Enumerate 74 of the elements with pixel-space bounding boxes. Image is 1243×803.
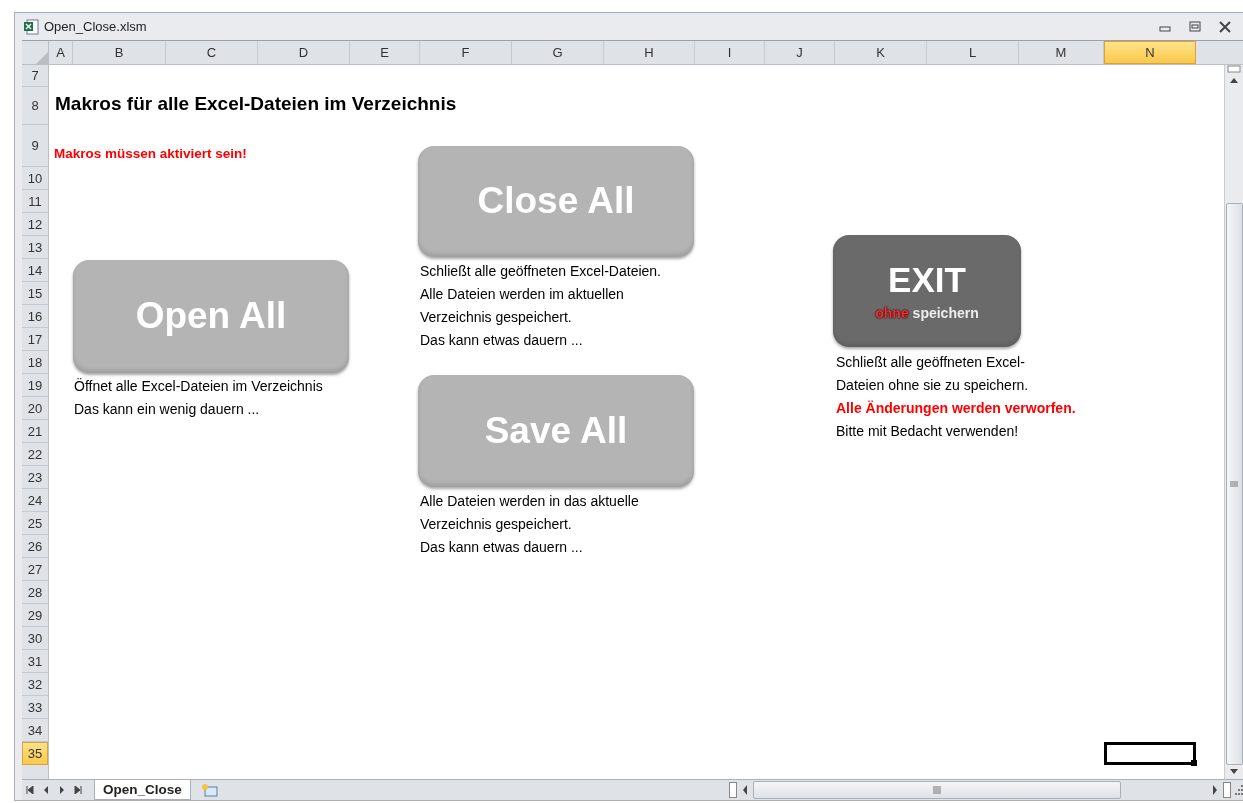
row-header[interactable]: 33: [22, 696, 48, 719]
left-icon: [741, 785, 748, 795]
sheet-tab[interactable]: Open_Close: [94, 780, 191, 800]
note-text: Verzeichnis gespeichert.: [420, 515, 573, 534]
row-header[interactable]: 32: [22, 673, 48, 696]
right-icon: [59, 786, 65, 794]
restore-icon[interactable]: [1189, 20, 1201, 33]
row-header[interactable]: 21: [22, 420, 48, 443]
column-header[interactable]: E: [350, 41, 420, 64]
row-header[interactable]: 16: [22, 305, 48, 328]
note-text: Bitte mit Bedacht verwenden!: [836, 422, 1020, 441]
last-icon: [74, 786, 82, 794]
row-header[interactable]: 25: [22, 512, 48, 535]
note-text: Alle Dateien werden in das aktuelle: [420, 492, 639, 511]
row-header[interactable]: 35: [22, 742, 48, 765]
column-header[interactable]: F: [420, 41, 512, 64]
column-header[interactable]: B: [73, 41, 166, 64]
grip-icon: [1230, 481, 1238, 487]
row-header[interactable]: 28: [22, 581, 48, 604]
row-header[interactable]: 22: [22, 443, 48, 466]
sheet-heading: Makros für alle Excel-Dateien im Verzeichnis: [55, 93, 457, 115]
resize-grip-icon: [1235, 785, 1243, 795]
column-header[interactable]: G: [512, 41, 604, 64]
row-header[interactable]: 26: [22, 535, 48, 558]
column-header[interactable]: N: [1104, 41, 1196, 64]
row-header[interactable]: 12: [22, 213, 48, 236]
row-header[interactable]: 17: [22, 328, 48, 351]
row-header[interactable]: 30: [22, 627, 48, 650]
row-header[interactable]: 27: [22, 558, 48, 581]
column-header[interactable]: K: [835, 41, 927, 64]
split-handle-icon[interactable]: [1227, 65, 1241, 73]
column-header[interactable]: L: [927, 41, 1019, 64]
note-text: Schließt alle geöffneten Excel-: [836, 353, 1026, 372]
column-header[interactable]: H: [604, 41, 695, 64]
row-header[interactable]: 29: [22, 604, 48, 627]
row-header[interactable]: 23: [22, 466, 48, 489]
window-title: Open_Close.xlsm: [44, 19, 147, 34]
grip-icon: [932, 786, 941, 794]
column-header[interactable]: I: [695, 41, 765, 64]
note-text: Das kann etwas dauern ...: [420, 538, 584, 557]
right-icon: [1212, 785, 1218, 795]
note-text: Alle Dateien werden im aktuellen: [420, 285, 625, 304]
split-handle[interactable]: [1223, 782, 1231, 798]
row-header[interactable]: 8: [22, 87, 48, 125]
note-text: Das kann ein wenig dauern ...: [74, 400, 261, 419]
note-text: Dateien ohne sie zu speichern.: [836, 376, 1030, 395]
column-header[interactable]: J: [765, 41, 835, 64]
column-header[interactable]: D: [258, 41, 350, 64]
row-header[interactable]: 24: [22, 489, 48, 512]
row-header[interactable]: 7: [22, 65, 48, 87]
row-header[interactable]: 31: [22, 650, 48, 673]
macro-button[interactable]: EXIT ohne speichern: [833, 235, 1021, 347]
left-icon: [43, 786, 49, 794]
row-header[interactable]: 11: [22, 190, 48, 213]
row-header[interactable]: 19: [22, 374, 48, 397]
row-header[interactable]: 9: [22, 125, 48, 167]
excel-file-icon: [23, 18, 39, 35]
row-header[interactable]: 14: [22, 259, 48, 282]
row-header[interactable]: 10: [22, 167, 48, 190]
note-text: Alle Änderungen werden verworfen.: [836, 399, 1076, 418]
note-text: Öffnet alle Excel-Dateien im Verzeichnis: [74, 377, 323, 396]
row-header[interactable]: 20: [22, 397, 48, 420]
close-icon[interactable]: [1219, 20, 1231, 33]
note-text: Verzeichnis gespeichert.: [420, 308, 573, 327]
column-header[interactable]: A: [49, 41, 73, 64]
note-text: Schließt alle geöffneten Excel-Dateien.: [420, 262, 661, 281]
first-icon: [26, 786, 34, 794]
row-header[interactable]: 15: [22, 282, 48, 305]
column-header[interactable]: C: [166, 41, 258, 64]
note-text: Das kann etwas dauern ...: [420, 331, 584, 350]
warning-text: Makros müssen aktiviert sein!: [54, 146, 247, 161]
row-header[interactable]: 18: [22, 351, 48, 374]
row-header[interactable]: 13: [22, 236, 48, 259]
split-handle[interactable]: [728, 782, 737, 798]
